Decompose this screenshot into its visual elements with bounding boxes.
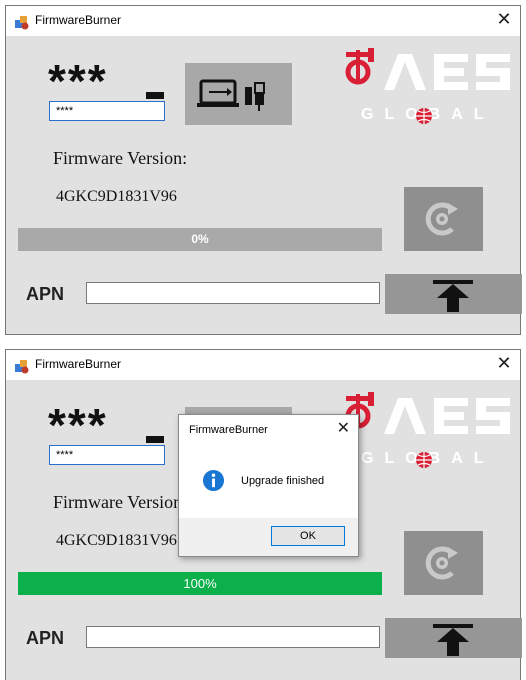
app-icon <box>15 16 29 30</box>
window-title: FirmwareBurner <box>35 357 122 371</box>
app-icon <box>15 360 29 374</box>
upload-arrow-icon <box>433 624 473 656</box>
dialog-title: FirmwareBurner <box>189 424 268 436</box>
firmware-version-label: Firmware Version: <box>53 492 188 512</box>
password-mask-display: *** <box>48 55 108 107</box>
upgrade-cycle-icon <box>425 202 458 236</box>
title-bar: FirmwareBurner ✕ <box>6 350 520 380</box>
progress-bar: 100% <box>18 572 382 595</box>
close-icon[interactable]: ✕ <box>494 353 514 374</box>
info-icon <box>202 469 225 492</box>
globe-icon <box>416 452 432 468</box>
apn-input[interactable] <box>86 626 380 648</box>
apn-label: APN <box>26 284 65 304</box>
title-bar: FirmwareBurner ✕ <box>6 6 520 36</box>
firmware-version-label: Firmware Version: <box>53 148 188 168</box>
cursor-underscore <box>146 92 164 99</box>
ok-button[interactable]: OK <box>271 526 345 546</box>
window-title: FirmwareBurner <box>35 13 122 27</box>
password-input[interactable]: **** <box>49 101 165 121</box>
upload-arrow-icon <box>433 280 473 312</box>
apn-input[interactable] <box>86 282 380 304</box>
upgrade-button[interactable] <box>404 187 483 251</box>
upgrade-cycle-icon <box>425 546 458 580</box>
connect-device-button[interactable] <box>185 63 292 125</box>
upgrade-button[interactable] <box>404 531 483 595</box>
globe-icon <box>416 108 432 124</box>
upgrade-finished-dialog: FirmwareBurner ✕ Upgrade finished OK <box>178 414 359 557</box>
apn-label: APN <box>26 628 65 648</box>
firmwareburner-window-idle: FirmwareBurner ✕ *** **** GLOBAL <box>5 5 522 335</box>
write-apn-button[interactable] <box>385 274 522 314</box>
firmware-version-value: 4GKC9D1831V96 <box>56 188 177 205</box>
close-icon[interactable]: ✕ <box>494 9 514 30</box>
laptop-usb-icon <box>197 79 265 111</box>
password-mask-display: *** <box>48 399 108 451</box>
progress-bar: 0% <box>18 228 382 251</box>
progress-text: 100% <box>183 576 217 591</box>
progress-text: 0% <box>191 232 209 246</box>
write-apn-button[interactable] <box>385 618 522 658</box>
cursor-underscore <box>146 436 164 443</box>
password-input[interactable]: **** <box>49 445 165 465</box>
firmware-version-value: 4GKC9D1831V96 <box>56 532 177 549</box>
dialog-message: Upgrade finished <box>241 475 325 487</box>
dialog-close-icon[interactable]: ✕ <box>337 418 350 438</box>
